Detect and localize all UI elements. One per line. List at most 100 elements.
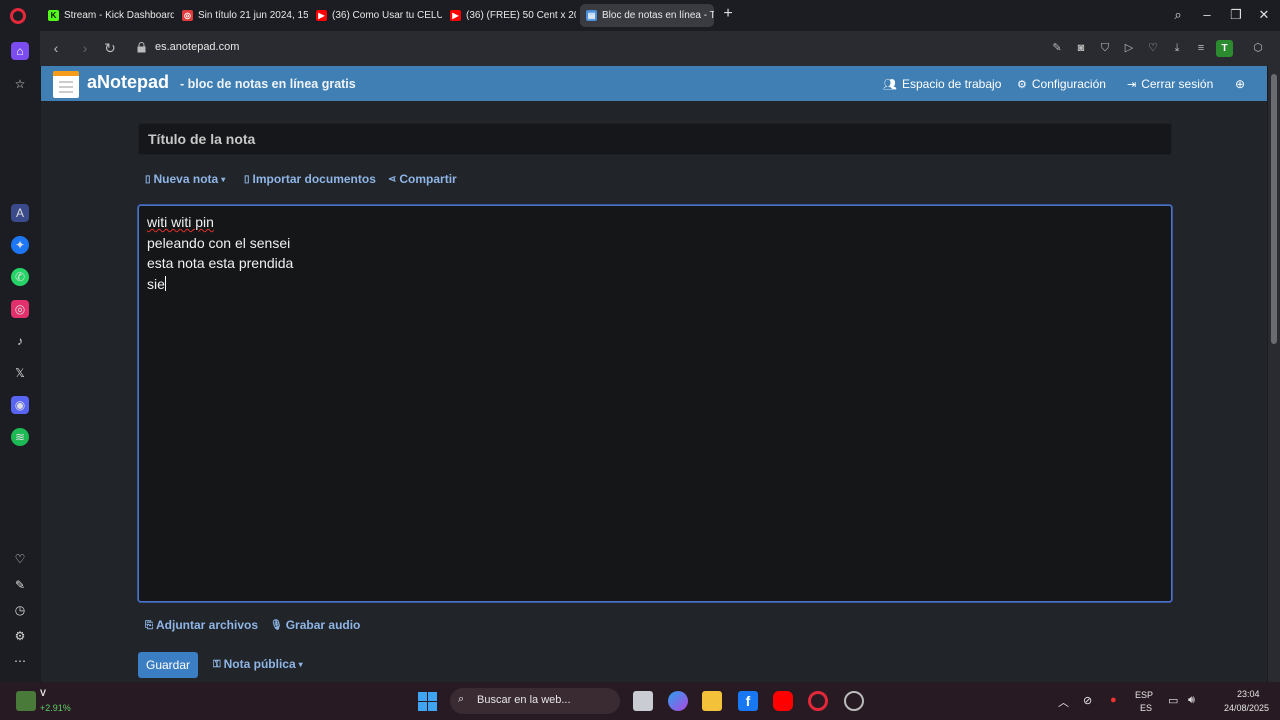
tab-youtube-celular[interactable]: ▶ (36) Como Usar tu CELULA	[310, 4, 442, 27]
tab-kick-dashboard[interactable]: K Stream - Kick Dashboard	[42, 4, 174, 27]
minimize-icon[interactable]: –	[1198, 6, 1216, 24]
opera-taskbar-icon[interactable]	[808, 691, 828, 711]
volume-icon[interactable]: 🔊︎	[1188, 694, 1195, 707]
record-favicon-icon: ◎	[182, 10, 193, 21]
language-globe-icon[interactable]: ⊕	[1235, 77, 1245, 91]
profile-avatar[interactable]: T	[1216, 40, 1233, 57]
menu-icon[interactable]: ≡	[1194, 41, 1208, 55]
address-bar-row: ‹ › ↻ es.anotepad.com ✎ ◙ ⛉ ▷ ♡ ⤓ ≡ T ⬡	[40, 31, 1280, 66]
facebook-icon[interactable]: f	[738, 691, 758, 711]
note-line-text: witi witi pin	[147, 214, 214, 230]
aria-icon[interactable]: A	[11, 204, 29, 222]
site-tagline: - bloc de notas en línea gratis	[180, 77, 356, 91]
note-title-input[interactable]	[138, 123, 1172, 155]
more-icon[interactable]: ⋯	[11, 652, 29, 670]
note-line-text: esta nota esta prendida	[147, 255, 294, 271]
opera-logo-icon[interactable]	[10, 8, 26, 24]
task-view-icon[interactable]	[633, 691, 653, 711]
youtube-icon[interactable]	[773, 691, 793, 711]
instagram-icon[interactable]: ◎	[11, 300, 29, 318]
attach-files-link[interactable]: ⎘ Adjuntar archivos	[145, 618, 258, 632]
share-link[interactable]: ⋖ Compartir	[388, 172, 457, 186]
logout-label: Cerrar sesión	[1141, 77, 1214, 91]
clock-date[interactable]: 24/08/2025	[1224, 703, 1269, 713]
spotify-icon[interactable]: ≋	[11, 428, 29, 446]
copilot-icon[interactable]	[668, 691, 688, 711]
lock-icon	[137, 42, 146, 53]
shield-icon[interactable]: ⛉	[1098, 41, 1112, 55]
tab-anotepad[interactable]: ▤ Bloc de notas en línea - Te	[580, 4, 714, 27]
logout-link[interactable]: ⇥ Cerrar sesión	[1127, 77, 1213, 91]
star-icon[interactable]: ☆	[11, 75, 29, 93]
tray-chevron-icon[interactable]: ︿	[1058, 694, 1069, 710]
windows-start-icon[interactable]	[418, 692, 437, 711]
app-icon[interactable]	[844, 691, 864, 711]
extensions-icon[interactable]: ⬡	[1251, 41, 1265, 55]
display-icon[interactable]: ▭	[1168, 694, 1178, 707]
whatsapp-icon[interactable]: ✆	[11, 268, 29, 286]
tab-sin-titulo[interactable]: ◎ Sin título 21 jun 2024, 15:	[176, 4, 308, 27]
clock-time[interactable]: 23:04	[1237, 689, 1260, 699]
settings-link[interactable]: ⚙ Configuración	[1017, 77, 1106, 91]
attach-label: Adjuntar archivos	[156, 618, 259, 632]
messenger-icon[interactable]: ✦	[11, 236, 29, 254]
forward-icon[interactable]: ›	[76, 39, 94, 57]
note-line: sie	[147, 274, 1163, 295]
save-button[interactable]: Guardar	[138, 652, 198, 678]
home-icon[interactable]: ⌂	[11, 42, 29, 60]
notepad-logo-icon[interactable]	[53, 71, 79, 98]
document-icon: ▯	[145, 173, 151, 185]
reload-icon[interactable]: ↻	[101, 39, 119, 57]
language-top[interactable]: ESP	[1135, 690, 1153, 700]
stock-chart-icon[interactable]	[16, 691, 36, 711]
back-icon[interactable]: ‹	[47, 39, 65, 57]
settings-gear-icon[interactable]: ⚙	[11, 627, 29, 645]
kick-favicon-icon: K	[48, 10, 59, 21]
snapshot-edit-icon[interactable]: ✎	[1050, 41, 1064, 55]
site-header: aNotepad - bloc de notas en línea gratis…	[41, 66, 1267, 101]
history-icon[interactable]: ◷	[11, 601, 29, 619]
import-documents-link[interactable]: ▯ Importar documentos	[244, 172, 376, 186]
edit-icon[interactable]: ✎	[11, 576, 29, 594]
page-scrollbar[interactable]	[1268, 66, 1280, 682]
scrollbar-thumb[interactable]	[1271, 74, 1277, 344]
site-brand[interactable]: aNotepad	[87, 72, 169, 93]
close-window-icon[interactable]: ✕	[1255, 6, 1273, 24]
play-icon[interactable]: ▷	[1122, 41, 1136, 55]
search-tabs-icon[interactable]: ⌕	[1169, 6, 1187, 24]
import-label: Importar documentos	[252, 172, 376, 186]
stock-change: +2.91%	[40, 703, 71, 713]
heart-icon[interactable]: ♡	[11, 550, 29, 568]
workspace-link[interactable]: 👥︎ Espacio de trabajo	[883, 77, 1001, 91]
file-explorer-icon[interactable]	[702, 691, 722, 711]
download-icon[interactable]: ⤓	[1170, 41, 1184, 55]
new-tab-plus-icon[interactable]: +	[720, 6, 736, 22]
public-note-dropdown[interactable]: ⚿ Nota pública ▾	[213, 657, 303, 671]
taskbar-search-box[interactable]: ⌕ Buscar en la web...	[450, 688, 620, 714]
anotepad-favicon-icon: ▤	[586, 10, 597, 21]
logout-icon: ⇥	[1127, 78, 1137, 91]
heart-icon[interactable]: ♡	[1146, 41, 1160, 55]
new-note-dropdown[interactable]: ▯ Nueva nota ▾	[145, 172, 225, 186]
text-caret	[164, 275, 166, 291]
gear-icon: ⚙	[1017, 78, 1027, 91]
url-text[interactable]: es.anotepad.com	[155, 41, 239, 53]
share-icon: ⋖	[388, 173, 397, 185]
note-content-textarea[interactable]: witi witi pin peleando con el sensei est…	[138, 205, 1172, 602]
discord-icon[interactable]: ◉	[11, 396, 29, 414]
mic-icon[interactable]: ●	[1110, 694, 1117, 706]
record-label: Grabar audio	[285, 618, 361, 632]
import-icon: ▯	[244, 173, 250, 185]
tab-youtube-50cent[interactable]: ▶ (36) (FREE) 50 Cent x 2000	[444, 4, 576, 27]
language-bottom[interactable]: ES	[1140, 703, 1152, 713]
x-twitter-icon[interactable]: 𝕏	[11, 364, 29, 382]
search-icon: ⌕	[458, 693, 465, 705]
youtube-favicon-icon: ▶	[450, 10, 461, 21]
restore-icon[interactable]: ❐	[1227, 6, 1245, 24]
record-audio-link[interactable]: 🎙︎ Grabar audio	[270, 618, 360, 632]
camera-icon[interactable]: ◙	[1074, 41, 1088, 55]
network-icon[interactable]: ⊘	[1083, 694, 1092, 707]
paperclip-icon: ⎘	[145, 619, 153, 631]
tiktok-icon[interactable]: ♪	[11, 332, 29, 350]
visibility-label: Nota pública	[223, 657, 296, 671]
